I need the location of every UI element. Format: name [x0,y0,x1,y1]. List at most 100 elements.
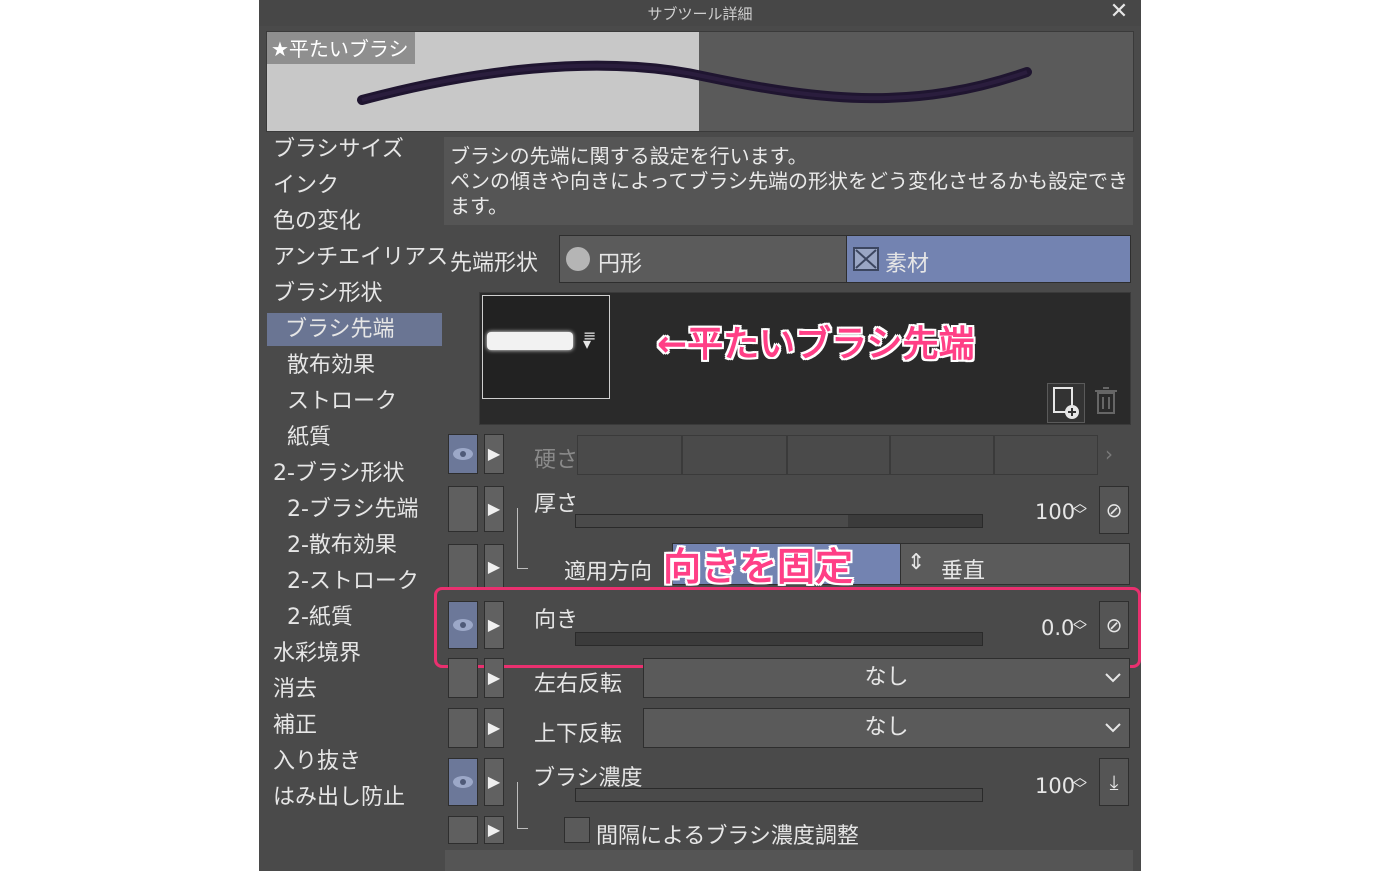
nav-item-brush-size[interactable]: ブラシサイズ [273,133,404,167]
add-tip-icon [1053,387,1079,419]
hardness-level-5 [994,435,1098,475]
tip-annotation: ←平たいブラシ先端 [657,324,975,365]
nav-item-anti-aliasing[interactable]: アンチエイリアス [273,241,448,275]
circle-option-label: 円形 [598,252,643,277]
nav-item-dual-brush-shape[interactable]: 2-ブラシ形状 [273,457,405,491]
direction-visibility-toggle[interactable] [448,601,478,649]
preset-name-label: ★平たいブラシ [267,32,415,64]
description-text: ブラシの先端に関する設定を行います。 ペンの傾きや向きによってブラシ先端の形状を… [450,144,1128,218]
thickness-slider[interactable] [575,514,983,528]
direction-value[interactable]: 0.0 [1041,616,1074,640]
nav-item-brush-tip[interactable]: ブラシ先端 [267,313,442,346]
thickness-expand-button[interactable]: ▶ [484,486,504,532]
tip-material-thumbnail[interactable]: ≡ ▾ [482,295,610,399]
flip-vertical-label: 上下反転 [534,722,623,747]
add-tip-button[interactable] [1047,383,1085,423]
tip-shape-material-option[interactable]: 素材 [846,235,1131,283]
apply-direction-vertical-option[interactable]: ⇕ 垂直 [900,543,1130,585]
nav-item-dual-texture[interactable]: 2-紙質 [287,601,353,635]
circle-icon [566,247,590,271]
hardness-level-1 [577,435,682,475]
nav-item-ink[interactable]: インク [273,169,339,203]
material-option-label: 素材 [885,252,930,277]
eye-icon [453,776,473,788]
description-panel: ブラシの先端に関する設定を行います。 ペンの傾きや向きによってブラシ先端の形状を… [444,137,1133,225]
stroke-preview: ★平たいブラシ [266,31,1134,132]
thickness-label: 厚さ [534,492,579,517]
nav-item-erase[interactable]: 消去 [273,673,317,707]
density-spacing-checkbox[interactable] [564,817,590,843]
brush-density-expand-button[interactable]: ▶ [484,758,504,806]
flip-horizontal-dropdown[interactable]: なし [643,658,1130,698]
thickness-visibility-toggle[interactable] [448,486,478,532]
trash-icon [1095,387,1117,414]
brush-density-visibility-toggle[interactable] [448,758,478,806]
tip-shape-label: 先端形状 [450,251,539,276]
eye-icon [453,448,473,460]
nav-item-stroke[interactable]: ストローク [287,385,397,419]
density-spacing-visibility-toggle[interactable] [448,816,478,844]
hardness-level-4 [890,435,994,475]
apply-direction-expand-button[interactable]: ▶ [484,544,504,590]
vertical-icon: ⇕ [907,550,926,575]
density-spacing-label: 間隔によるブラシ濃度調整 [596,824,859,849]
nav-item-watercolor-edge[interactable]: 水彩境界 [273,637,361,671]
chevron-right-icon: › [1105,442,1113,466]
flip-horizontal-visibility-toggle[interactable] [448,658,478,698]
direction-pressure-button[interactable]: ⊘ [1099,601,1129,649]
direction-label: 向き [534,608,579,633]
brush-density-slider[interactable] [575,788,983,802]
flip-vertical-value: なし [864,715,909,740]
flip-horizontal-expand-button[interactable]: ▶ [484,658,504,698]
chevron-down-icon [1105,723,1121,733]
delete-tip-button[interactable] [1089,383,1123,421]
nav-item-texture[interactable]: 紙質 [287,421,331,455]
hardness-level-3 [787,435,890,475]
nav-item-starting-ending[interactable]: 入り抜き [273,745,361,779]
direction-slider[interactable] [575,632,983,646]
thickness-slider-fill [576,515,848,527]
brush-density-pressure-button[interactable]: ⤓ [1099,758,1129,806]
tip-shape-circle-option[interactable]: 円形 [559,235,847,283]
menu-icon[interactable]: ≡ ▾ [583,328,597,352]
tree-connector [517,508,528,569]
hardness-label: 硬さ [534,448,579,473]
direction-annotation: 向きを固定 [663,545,854,589]
window-title: サブツール詳細 [647,5,753,23]
nav-item-color-jitter[interactable]: 色の変化 [273,205,361,239]
hardness-level-selector [577,435,1098,475]
density-spacing-expand-button[interactable]: ▶ [484,816,504,844]
thickness-value[interactable]: 100 [1035,500,1075,524]
flip-vertical-visibility-toggle[interactable] [448,708,478,748]
apply-direction-visibility-toggle[interactable] [448,544,478,590]
chevron-down-icon [1105,673,1121,683]
tree-connector [517,782,528,829]
title-bar: サブツール詳細 ✕ [259,0,1141,26]
nav-item-overflow-prevention[interactable]: はみ出し防止 [273,781,405,815]
subtool-detail-window: サブツール詳細 ✕ ★平たいブラシ ブラシサイズ インク 色の変化 アンチエイリ… [259,0,1141,871]
brush-density-spinner-icon[interactable]: ︿ ﹀ [1073,771,1093,800]
nav-item-correction[interactable]: 補正 [273,709,317,743]
nav-item-dual-stroke[interactable]: 2-ストローク [287,565,419,599]
hardness-level-2 [682,435,787,475]
hardness-expand-button[interactable]: ▶ [484,434,504,474]
bottom-panel [445,850,1133,871]
nav-item-brush-shape[interactable]: ブラシ形状 [273,277,383,311]
vertical-option-label: 垂直 [941,559,986,584]
thickness-spinner-icon[interactable]: ︿ ﹀ [1073,497,1093,526]
hardness-visibility-toggle[interactable] [448,434,478,474]
brush-density-value[interactable]: 100 [1035,774,1075,798]
close-icon[interactable]: ✕ [1109,0,1129,24]
nav-item-dual-spray-effect[interactable]: 2-散布効果 [287,529,397,563]
flip-vertical-expand-button[interactable]: ▶ [484,708,504,748]
direction-spinner-icon[interactable]: ︿ ﹀ [1073,613,1093,642]
nav-item-spray-effect[interactable]: 散布効果 [287,349,375,383]
thickness-pressure-button[interactable]: ⊘ [1099,486,1129,534]
flip-horizontal-label: 左右反転 [534,672,623,697]
apply-direction-label: 適用方向 [564,560,653,585]
material-icon [853,247,879,271]
flip-vertical-dropdown[interactable]: なし [643,708,1130,748]
direction-expand-button[interactable]: ▶ [484,601,504,649]
brush-density-slider-fill [576,789,982,801]
nav-item-dual-brush-tip[interactable]: 2-ブラシ先端 [287,493,419,527]
